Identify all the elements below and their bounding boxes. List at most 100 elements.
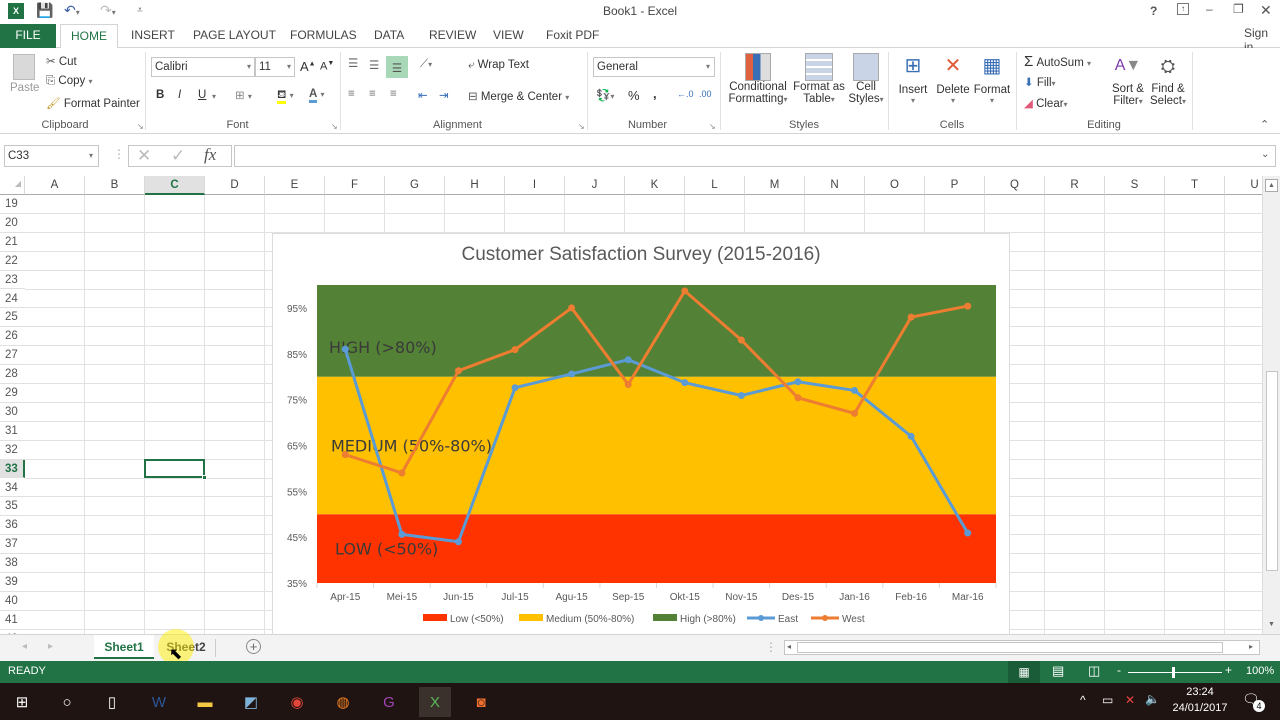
tab-insert[interactable]: INSERT [121,24,185,48]
row-header[interactable]: 23 [0,270,25,290]
row-header[interactable]: 38 [0,554,25,573]
column-header[interactable]: Q [985,176,1045,195]
orientation-button[interactable]: ⟋▾ [420,58,432,71]
word-icon[interactable]: W [143,687,175,717]
collapse-ribbon-icon[interactable]: ⌃ [1260,118,1269,131]
cortana-icon[interactable]: ○ [51,687,83,717]
scroll-right-button[interactable]: ▸ [1249,642,1253,651]
sort-filter-button[interactable]: A▼ Sort & Filter▾ [1108,53,1148,107]
row-header[interactable]: 25 [0,308,25,328]
horizontal-scrollbar[interactable]: ◂ ▸ [784,640,1260,655]
confirm-entry-icon[interactable]: ✓ [171,146,185,166]
row-header[interactable]: 29 [0,384,25,403]
number-format-select[interactable]: General ▾ [593,57,715,77]
top-align-button[interactable]: ☰ [348,56,358,70]
column-header[interactable]: U [1225,176,1262,195]
insert-function-button[interactable]: fx [204,145,216,165]
bold-button[interactable]: B [156,89,164,101]
tab-foxit-pdf[interactable]: Foxit PDF [536,24,609,48]
format-painter-button[interactable]: 🖌 Format Painter [46,96,140,110]
center-button[interactable]: ≡ [369,88,376,100]
row-header[interactable]: 37 [0,535,25,555]
restore-icon[interactable]: ❐ [1233,2,1244,16]
clock-time[interactable]: 23:24 [1170,686,1230,698]
file-explorer-icon[interactable]: ▬ [189,687,221,717]
row-header[interactable]: 34 [0,478,25,498]
volume-icon[interactable]: 🔈 [1145,692,1160,706]
row-header[interactable]: 41 [0,610,25,630]
row-header[interactable]: 21 [0,232,25,252]
align-right-button[interactable]: ≡ [390,88,397,100]
column-header[interactable]: C [145,176,205,195]
row-header[interactable]: 31 [0,421,25,441]
network-icon[interactable]: ✕ [1125,693,1135,707]
horizontal-scroll-thumb[interactable] [797,642,1223,653]
column-header[interactable]: S [1105,176,1165,195]
sheet-tab-sheet1[interactable]: Sheet1 [94,635,154,659]
column-header[interactable]: K [625,176,685,195]
comma-style-button[interactable]: , [653,86,657,101]
column-header[interactable]: T [1165,176,1225,195]
percent-style-button[interactable]: % [628,88,640,103]
find-select-button[interactable]: ⛭ Find & Select▾ [1148,53,1188,107]
column-header[interactable]: J [565,176,625,195]
accounting-format-button[interactable]: 💱▾ [596,88,614,102]
row-header[interactable]: 20 [0,213,25,233]
column-header[interactable]: N [805,176,865,195]
column-header[interactable]: O [865,176,925,195]
column-header[interactable]: H [445,176,505,195]
select-all-corner[interactable]: ◢ [0,176,25,195]
tab-formulas[interactable]: FORMULAS [280,24,367,48]
selected-cell[interactable] [144,458,207,481]
cancel-entry-icon[interactable]: ✕ [137,146,151,166]
row-header[interactable]: 36 [0,516,25,536]
zoom-out-button[interactable]: - [1117,663,1121,677]
row-header[interactable]: 24 [0,289,25,309]
next-sheet-icon[interactable]: ▸ [48,641,53,652]
tab-file[interactable]: FILE [0,24,56,48]
tab-review[interactable]: REVIEW [419,24,486,48]
tab-page-layout[interactable]: PAGE LAYOUT [183,24,286,48]
tab-view[interactable]: VIEW [483,24,534,48]
column-header[interactable]: M [745,176,805,195]
column-header[interactable]: D [205,176,265,195]
row-header[interactable]: 19 [0,195,25,214]
font-color-button[interactable]: A ▾ [309,88,325,103]
column-header[interactable]: A [25,176,85,195]
alignment-launcher-icon[interactable]: ↘ [578,122,585,131]
clock-date[interactable]: 24/01/2017 [1170,702,1230,714]
row-header[interactable]: 22 [0,251,25,271]
font-name-select[interactable]: Calibri ▾ [151,57,255,77]
autosum-button[interactable]: Σ AutoSum ▾ [1024,53,1091,70]
font-launcher-icon[interactable]: ↘ [331,122,338,131]
fill-button[interactable]: ⬇ Fill▾ [1024,75,1056,89]
format-cells-button[interactable]: ▦ Format ▾ [973,53,1011,105]
middle-align-button[interactable]: ☰ [369,58,379,72]
new-sheet-button[interactable]: + [246,639,261,654]
firefox-icon[interactable]: ◍ [327,687,359,717]
prev-sheet-icon[interactable]: ◂ [22,641,27,652]
excel-taskbar-icon[interactable]: X [419,687,451,717]
column-header[interactable]: E [265,176,325,195]
battery-icon[interactable]: ▭ [1102,693,1113,707]
row-header[interactable]: 35 [0,497,25,517]
row-header[interactable]: 39 [0,573,25,592]
foxit-pdf-icon[interactable]: G [373,687,405,717]
page-layout-view-button[interactable]: ▤ [1052,663,1064,679]
borders-button[interactable]: ⊞ ▾ [235,88,252,102]
column-header[interactable]: P [925,176,985,195]
shrink-font-button[interactable]: A▼ [320,60,334,73]
column-header[interactable]: L [685,176,745,195]
row-header[interactable]: 32 [0,440,25,460]
page-break-preview-button[interactable]: ◫ [1088,663,1100,679]
align-left-button[interactable]: ≡ [348,88,355,100]
increase-indent-button[interactable]: ⇥ [439,88,449,102]
font-size-select[interactable]: 11 ▾ [255,57,295,77]
cut-button[interactable]: ✂ Cut [46,54,77,68]
copy-button[interactable]: ⎘ Copy ▾ [46,75,92,88]
row-header[interactable]: 40 [0,591,25,611]
delete-cells-button[interactable]: ✕ Delete ▾ [935,53,971,105]
italic-button[interactable]: I [178,89,181,101]
scroll-left-button[interactable]: ◂ [787,642,791,651]
tab-data[interactable]: DATA [364,24,414,48]
